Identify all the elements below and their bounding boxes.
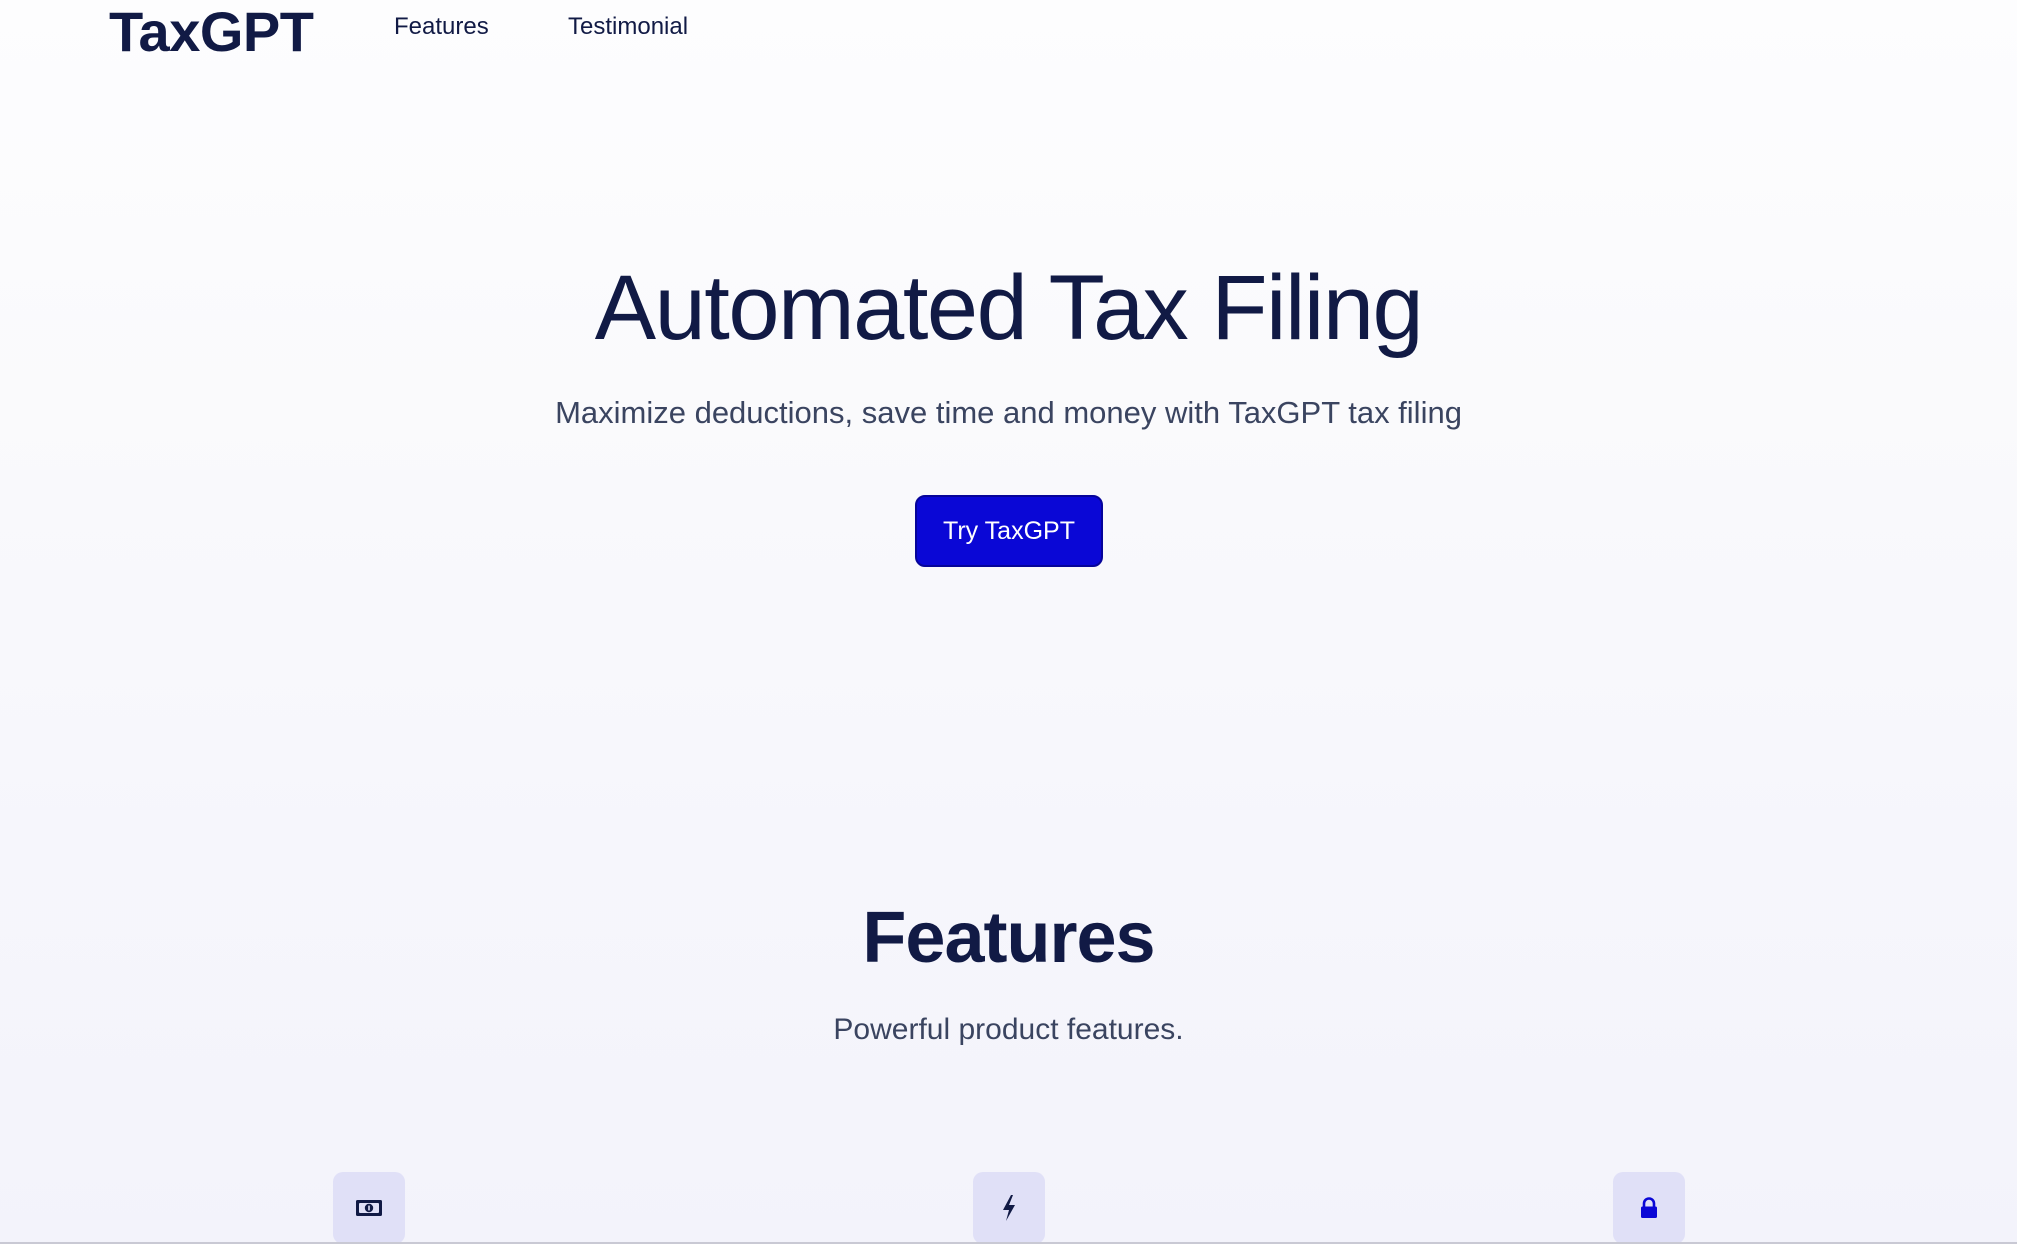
navbar: TaxGPT Features Testimonial xyxy=(0,0,2017,63)
logo[interactable]: TaxGPT xyxy=(109,0,314,64)
hero-subtitle: Maximize deductions, save time and money… xyxy=(555,395,1462,430)
features-title: Features xyxy=(862,898,1155,978)
feature-icon-box-money xyxy=(333,1172,405,1244)
try-taxgpt-button[interactable]: Try TaxGPT xyxy=(915,495,1103,567)
lightning-bolt-icon xyxy=(1003,1195,1015,1221)
nav-link-testimonial[interactable]: Testimonial xyxy=(568,12,688,42)
lock-icon xyxy=(1641,1197,1657,1218)
feature-icon-box-security xyxy=(1613,1172,1685,1244)
hero-title: Automated Tax Filing xyxy=(594,257,1424,359)
features-subtitle: Powerful product features. xyxy=(833,1013,1184,1046)
feature-icon-box-speed xyxy=(973,1172,1045,1244)
nav-link-features[interactable]: Features xyxy=(394,12,489,42)
money-bill-icon xyxy=(356,1200,382,1216)
